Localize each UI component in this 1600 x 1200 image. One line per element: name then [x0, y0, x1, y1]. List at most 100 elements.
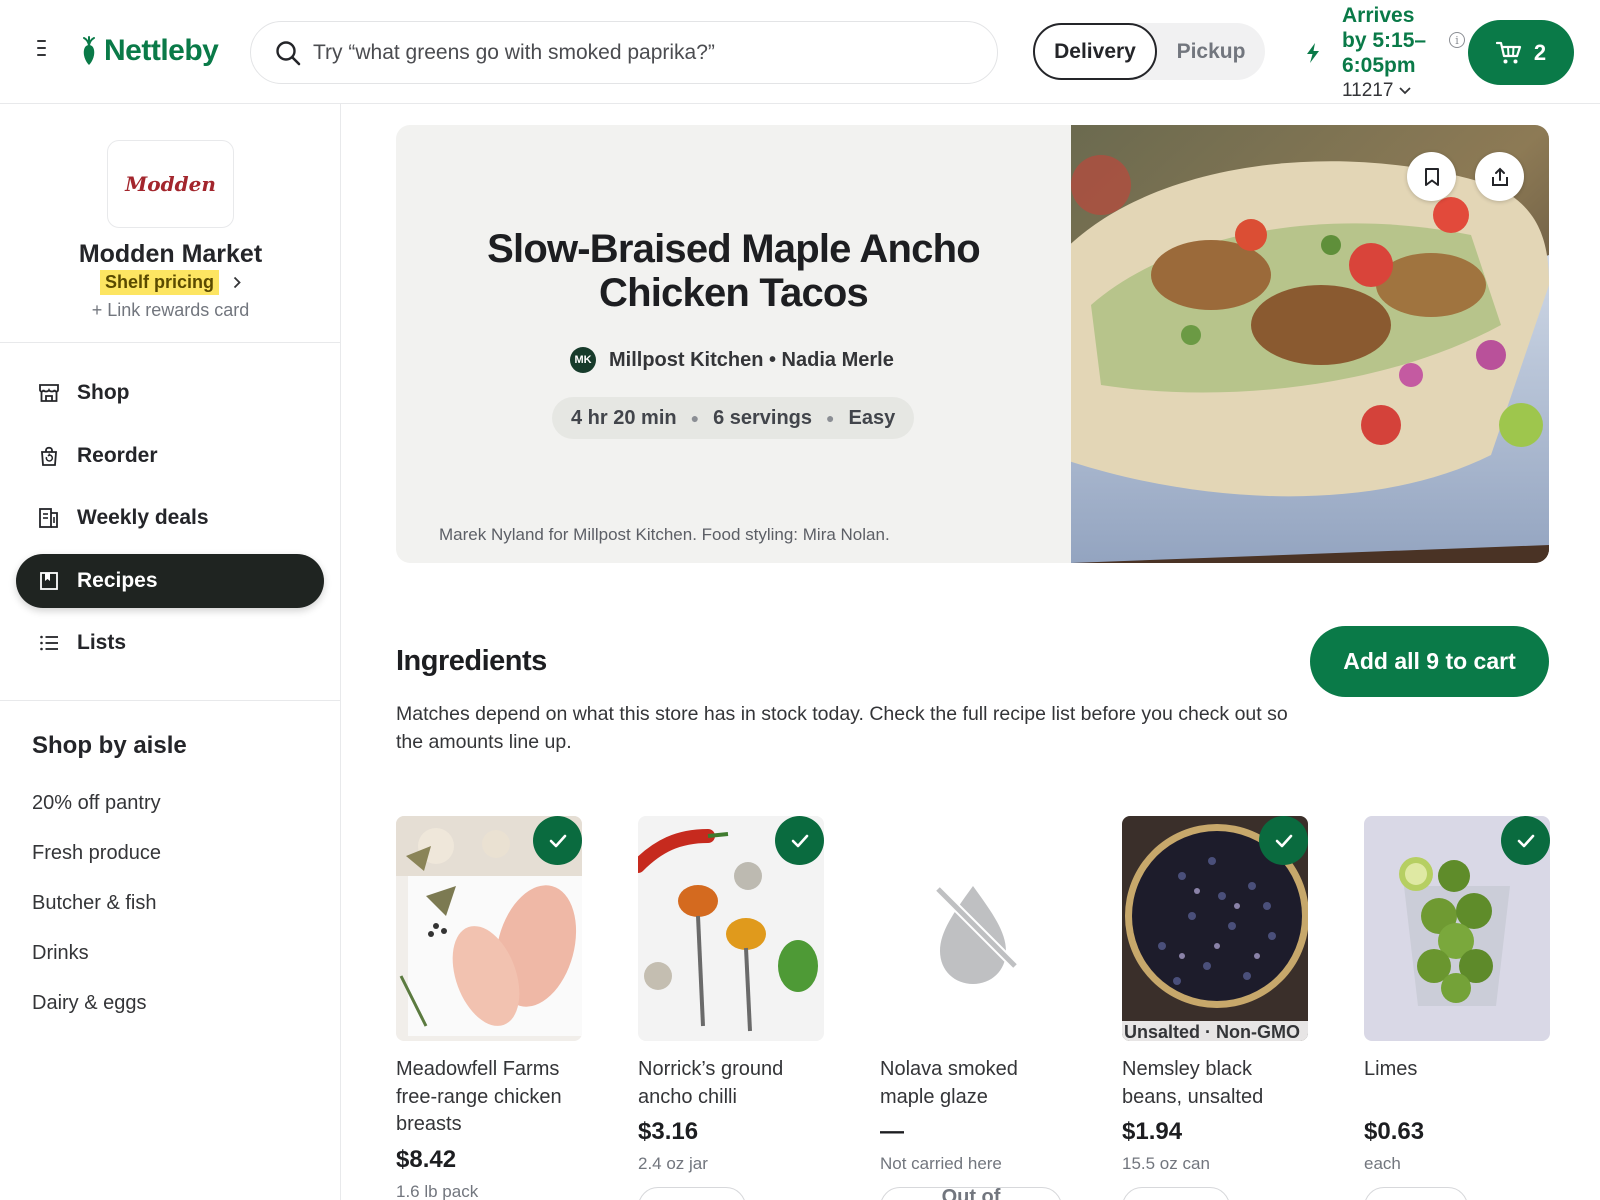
ingredient-name[interactable]: Norrick’s ground ancho chilli [638, 1056, 824, 1111]
separator-dot: ● [690, 410, 700, 426]
sidebar-divider [0, 342, 341, 343]
recipe-meta: 4 hr 20 min ● 6 servings ● Easy [552, 397, 915, 439]
delivery-tab[interactable]: Delivery [1033, 23, 1157, 80]
search-input[interactable] [313, 40, 973, 65]
delivery-eta: Arrives by 5:15–6:05pm [1342, 4, 1427, 77]
recipe-photo [1071, 125, 1549, 563]
nav-item-shop[interactable]: Shop [16, 366, 324, 420]
matched-check-icon [533, 816, 582, 865]
ingredient-image[interactable] [1364, 816, 1550, 1041]
shop-by-aisle-heading: Shop by aisle [32, 732, 187, 759]
ingredient-name[interactable]: Nolava smoked maple glaze [880, 1056, 1066, 1111]
nav-label: Shop [77, 381, 130, 404]
ingredients-description: Matches depend on what this store has in… [396, 703, 1288, 753]
list-icon [40, 635, 58, 651]
chevron-right-icon [233, 276, 241, 289]
ingredient-price: $1.94 [1122, 1118, 1183, 1145]
nav-item-lists[interactable]: Lists [16, 616, 324, 670]
author-avatar: MK [570, 347, 596, 373]
bookmark-icon [1424, 167, 1439, 186]
deals-icon [39, 508, 58, 528]
fulfillment-toggle: Delivery Pickup [1033, 23, 1265, 80]
ingredient-unit: each [1364, 1154, 1401, 1173]
recipe-difficulty: Easy [848, 406, 896, 429]
carrot-logo-icon [83, 36, 95, 65]
aisle-link[interactable]: Butcher & fish [32, 892, 157, 915]
recipe-servings: 6 servings [713, 406, 813, 429]
zip-code: 11217 [1342, 80, 1394, 101]
nav-item-reorder[interactable]: Reorder [16, 429, 324, 483]
nav-item-weekly-deals[interactable]: Weekly deals [16, 491, 324, 545]
bookmark-book-icon [40, 572, 58, 590]
aisle-link[interactable]: Drinks [32, 942, 89, 965]
cart-button[interactable]: 2 [1468, 20, 1574, 85]
search-icon [276, 40, 301, 65]
nav-item-recipes[interactable]: Recipes [16, 554, 324, 608]
save-recipe-button[interactable] [1407, 152, 1456, 201]
brand-logo[interactable]: Nettleby [80, 34, 219, 68]
shelf-pricing-badge: Shelf pricing [100, 270, 220, 295]
nav-label: Lists [77, 631, 127, 654]
nav-label: Reorder [77, 444, 158, 467]
sidebar: Modden Modden Market Shelf pricing + Lin… [0, 104, 341, 1200]
ingredient-price: $3.16 [638, 1118, 699, 1145]
brand-name: Nettleby [104, 34, 219, 67]
ingredient-name[interactable]: Nemsley black beans, unsalted [1122, 1056, 1308, 1111]
product-attribute-tag: Unsalted · Non-GMO [1122, 1021, 1308, 1041]
add-all-to-cart-button[interactable]: Add all 9 to cart [1310, 626, 1549, 697]
ingredient-price: $0.63 [1364, 1118, 1425, 1145]
ingredient-unit: 2.4 oz jar [638, 1154, 708, 1173]
ingredient-unit: 15.5 oz can [1122, 1154, 1210, 1173]
ingredient-image[interactable] [638, 816, 824, 1041]
ingredient-image [880, 816, 1066, 1041]
recipe-hero: Slow-Braised Maple Ancho Chicken Tacos M… [396, 125, 1549, 563]
pickup-tab[interactable]: Pickup [1157, 23, 1265, 80]
matched-check-icon [1501, 816, 1550, 865]
bag-icon [41, 446, 57, 466]
menu-icon[interactable] [32, 40, 52, 62]
share-icon [1491, 167, 1508, 186]
share-recipe-button[interactable] [1475, 152, 1524, 201]
add-item-button[interactable] [638, 1187, 746, 1200]
store-name[interactable]: Modden Market [0, 240, 341, 269]
nav-label: Recipes [77, 569, 158, 592]
ingredients-heading: Ingredients [396, 645, 547, 677]
store-logo[interactable]: Modden [107, 140, 234, 228]
recipe-author[interactable]: MK Millpost Kitchen • Nadia Merle [570, 347, 894, 373]
photo-credit: Marek Nyland for Millpost Kitchen. Food … [439, 525, 890, 544]
top-header: Nettleby Delivery Pickup Arrives by 5:15… [0, 0, 1600, 104]
search-bar[interactable] [250, 21, 998, 84]
cart-icon [1495, 41, 1521, 63]
chevron-down-icon [1399, 87, 1412, 95]
ingredient-name[interactable]: Meadowfell Farms free-range chicken brea… [396, 1056, 582, 1139]
lightning-icon [1307, 43, 1319, 63]
out-of-stock-button[interactable]: Out of [880, 1187, 1062, 1200]
cart-count: 2 [1533, 39, 1547, 65]
ingredient-image[interactable]: Unsalted · Non-GMO [1122, 816, 1308, 1041]
add-item-button[interactable] [1122, 1187, 1230, 1200]
ingredient-unit: 1.6 lb pack [396, 1182, 479, 1200]
ingredient-price: — [880, 1118, 904, 1145]
aisle-link[interactable]: 20% off pantry [32, 792, 161, 815]
sidebar-divider [0, 700, 341, 701]
ingredient-price: $8.42 [396, 1146, 457, 1173]
nav-label: Weekly deals [77, 506, 209, 529]
recipe-time: 4 hr 20 min [571, 406, 677, 429]
aisle-link[interactable]: Dairy & eggs [32, 992, 147, 1015]
add-item-button[interactable] [1364, 1187, 1468, 1200]
no-image-drop-icon [880, 816, 1066, 1041]
ingredient-image[interactable] [396, 816, 582, 1041]
ingredient-unit: Not carried here [880, 1154, 1002, 1173]
ingredient-name[interactable]: Limes [1364, 1056, 1550, 1084]
zip-selector[interactable]: 11217 [1342, 80, 1412, 102]
matched-check-icon [1259, 816, 1308, 865]
matched-check-icon [775, 816, 824, 865]
author-name: Millpost Kitchen • Nadia Merle [609, 348, 894, 371]
aisle-link[interactable]: Fresh produce [32, 842, 161, 865]
recipe-title: Slow-Braised Maple Ancho Chicken Tacos [487, 227, 981, 315]
separator-dot: ● [826, 410, 835, 426]
link-rewards-card[interactable]: + Link rewards card [0, 300, 341, 321]
shelf-pricing-link[interactable]: Shelf pricing [100, 270, 241, 295]
info-icon[interactable]: i [1449, 32, 1465, 48]
storefront-icon [39, 384, 59, 402]
